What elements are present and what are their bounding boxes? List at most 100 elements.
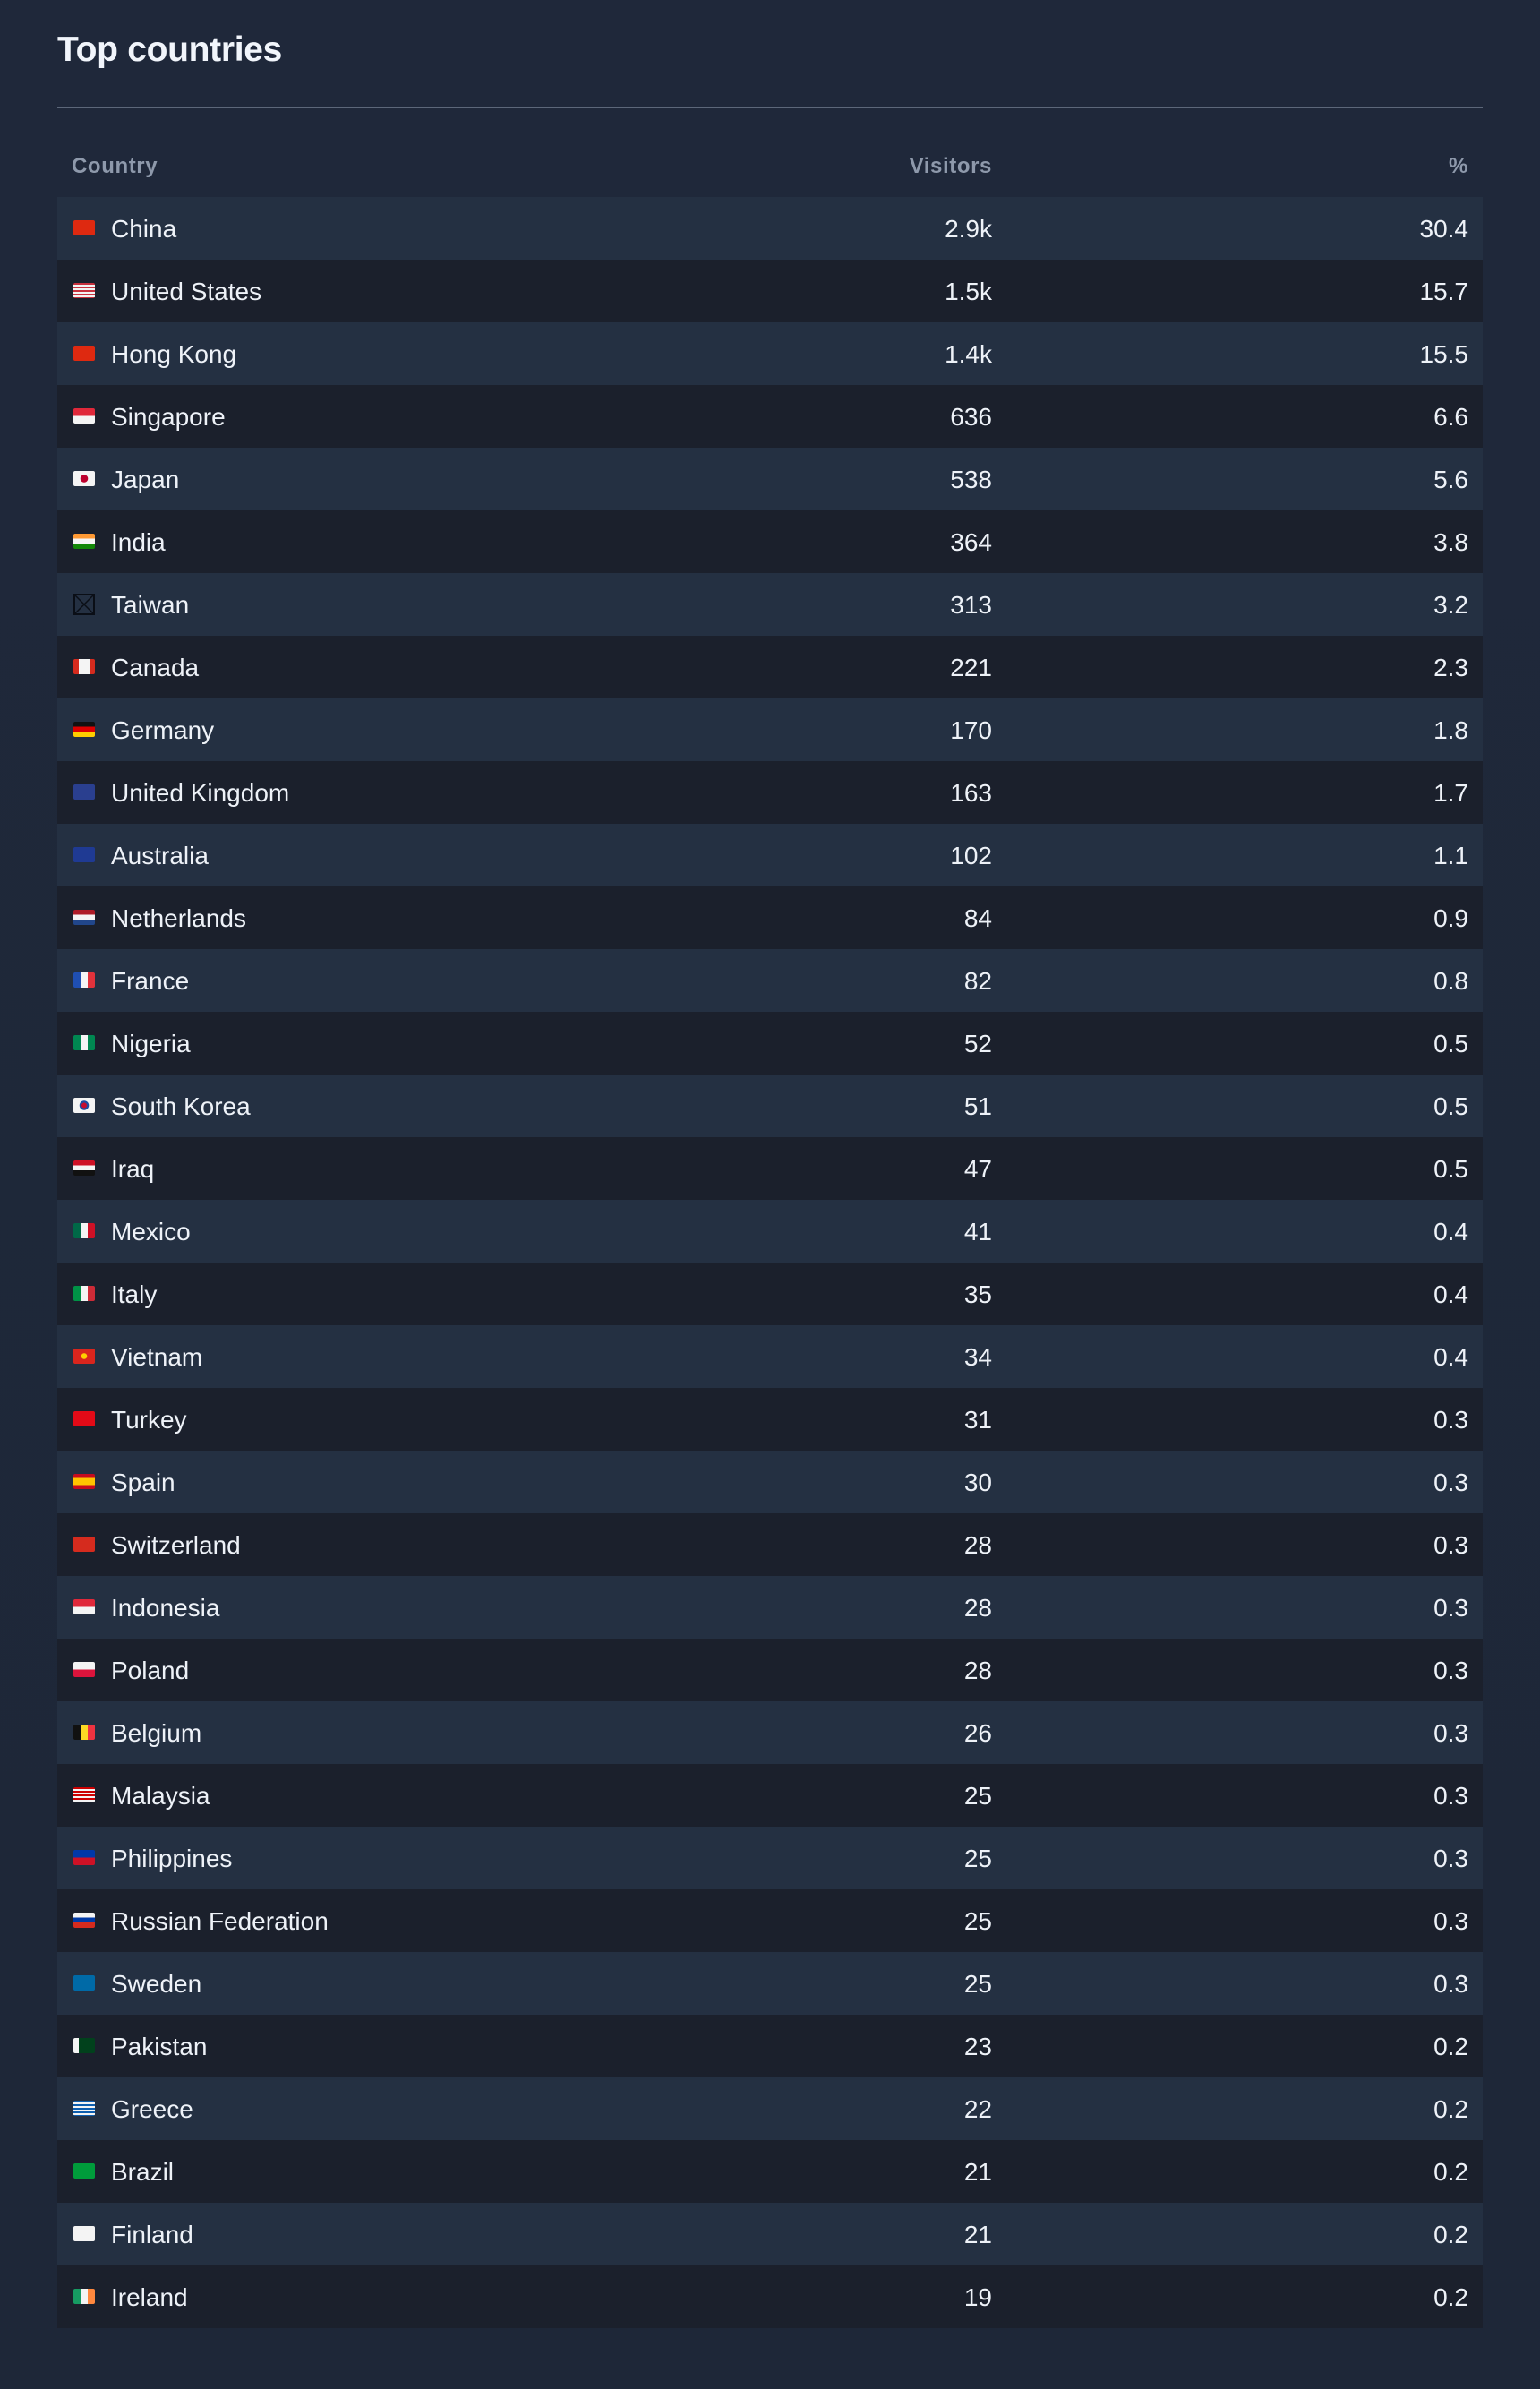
- percent-value: 0.3: [1433, 1531, 1468, 1559]
- table-row[interactable]: Malaysia 25 0.3: [57, 1764, 1483, 1827]
- id-flag-icon: [73, 1599, 95, 1614]
- percent-value: 0.8: [1433, 967, 1468, 995]
- table-row[interactable]: Russian Federation 25 0.3: [57, 1889, 1483, 1952]
- pk-flag-icon: [73, 2038, 95, 2053]
- column-header-percent[interactable]: %: [1449, 154, 1468, 179]
- visitors-value: 364: [950, 528, 992, 556]
- it-flag-icon: [73, 1286, 95, 1301]
- visitors-value: 31: [963, 1406, 992, 1434]
- visitors-value: 35: [963, 1280, 992, 1308]
- countries-table: Country Visitors % China 2.9k 30.4 United S…: [57, 134, 1483, 2328]
- visitors-value: 51: [963, 1092, 992, 1120]
- table-row[interactable]: Greece 22 0.2: [57, 2077, 1483, 2140]
- table-row[interactable]: Japan 538 5.6: [57, 448, 1483, 510]
- fr-flag-icon: [73, 972, 95, 988]
- table-row[interactable]: Belgium 26 0.3: [57, 1701, 1483, 1764]
- table-row[interactable]: France 82 0.8: [57, 949, 1483, 1012]
- visitors-value: 538: [950, 466, 992, 493]
- percent-value: 2.3: [1433, 654, 1468, 681]
- table-row[interactable]: India 364 3.8: [57, 510, 1483, 573]
- visitors-value: 25: [963, 1845, 992, 1872]
- country-name: Switzerland: [111, 1531, 241, 1559]
- table-row[interactable]: China 2.9k 30.4: [57, 197, 1483, 260]
- visitors-value: 221: [950, 654, 992, 681]
- cn-flag-icon: [73, 220, 95, 235]
- hk-flag-icon: [73, 346, 95, 361]
- ca-flag-icon: [73, 659, 95, 674]
- country-name: Hong Kong: [111, 340, 237, 368]
- table-row[interactable]: Singapore 636 6.6: [57, 385, 1483, 448]
- table-row[interactable]: United States 1.5k 15.7: [57, 260, 1483, 322]
- country-name: Malaysia: [111, 1782, 210, 1810]
- visitors-value: 22: [963, 2095, 992, 2123]
- jp-flag-icon: [73, 471, 95, 486]
- us-flag-icon: [73, 283, 95, 298]
- visitors-value: 28: [963, 1594, 992, 1622]
- country-name: Ireland: [111, 2283, 188, 2311]
- vn-flag-icon: [73, 1349, 95, 1364]
- percent-value: 0.4: [1433, 1280, 1468, 1308]
- percent-value: 1.1: [1433, 842, 1468, 869]
- visitors-value: 636: [950, 403, 992, 431]
- percent-value: 0.2: [1433, 2283, 1468, 2311]
- percent-value: 0.3: [1433, 1907, 1468, 1935]
- column-header-country[interactable]: Country: [72, 154, 158, 179]
- table-row[interactable]: Nigeria 52 0.5: [57, 1012, 1483, 1075]
- table-row[interactable]: Taiwan 313 3.2: [57, 573, 1483, 636]
- country-name: United States: [111, 278, 262, 305]
- country-name: Netherlands: [111, 904, 246, 932]
- table-row[interactable]: Mexico 41 0.4: [57, 1200, 1483, 1263]
- table-row[interactable]: Philippines 25 0.3: [57, 1827, 1483, 1889]
- percent-value: 0.3: [1433, 1970, 1468, 1998]
- percent-value: 0.2: [1433, 2095, 1468, 2123]
- table-row[interactable]: United Kingdom 163 1.7: [57, 761, 1483, 824]
- table-row[interactable]: Turkey 31 0.3: [57, 1388, 1483, 1451]
- table-row[interactable]: Sweden 25 0.3: [57, 1952, 1483, 2015]
- table-header: Country Visitors %: [57, 134, 1483, 197]
- table-row[interactable]: Indonesia 28 0.3: [57, 1576, 1483, 1639]
- table-row[interactable]: Hong Kong 1.4k 15.5: [57, 322, 1483, 385]
- country-name: Singapore: [111, 403, 226, 431]
- table-row[interactable]: Vietnam 34 0.4: [57, 1325, 1483, 1388]
- table-row[interactable]: Pakistan 23 0.2: [57, 2015, 1483, 2077]
- country-name: India: [111, 528, 166, 556]
- country-name: Pakistan: [111, 2033, 208, 2060]
- table-row[interactable]: Italy 35 0.4: [57, 1263, 1483, 1325]
- table-row[interactable]: Netherlands 84 0.9: [57, 886, 1483, 949]
- visitors-value: 41: [963, 1218, 992, 1246]
- sg-flag-icon: [73, 408, 95, 424]
- table-row[interactable]: Brazil 21 0.2: [57, 2140, 1483, 2203]
- country-name: Greece: [111, 2095, 193, 2123]
- country-name: China: [111, 215, 177, 243]
- country-name: Germany: [111, 716, 215, 744]
- visitors-value: 1.4k: [945, 340, 992, 368]
- column-header-visitors[interactable]: Visitors: [910, 154, 992, 179]
- mx-flag-icon: [73, 1223, 95, 1238]
- table-row[interactable]: Ireland 19 0.2: [57, 2265, 1483, 2328]
- country-name: Mexico: [111, 1218, 191, 1246]
- country-name: Brazil: [111, 2158, 175, 2186]
- visitors-value: 34: [963, 1343, 992, 1371]
- title-divider: [57, 107, 1483, 108]
- table-row[interactable]: Finland 21 0.2: [57, 2203, 1483, 2265]
- country-name: Nigeria: [111, 1030, 191, 1057]
- se-flag-icon: [73, 1975, 95, 1991]
- table-row[interactable]: South Korea 51 0.5: [57, 1075, 1483, 1137]
- br-flag-icon: [73, 2163, 95, 2179]
- table-row[interactable]: Australia 102 1.1: [57, 824, 1483, 886]
- country-name: Philippines: [111, 1845, 233, 1872]
- my-flag-icon: [73, 1787, 95, 1802]
- percent-value: 0.3: [1433, 1469, 1468, 1496]
- percent-value: 0.3: [1433, 1657, 1468, 1684]
- table-row[interactable]: Poland 28 0.3: [57, 1639, 1483, 1701]
- ru-flag-icon: [73, 1913, 95, 1928]
- percent-value: 0.2: [1433, 2221, 1468, 2248]
- visitors-value: 26: [963, 1719, 992, 1747]
- tr-flag-icon: [73, 1411, 95, 1426]
- table-row[interactable]: Spain 30 0.3: [57, 1451, 1483, 1513]
- percent-value: 15.5: [1419, 340, 1469, 368]
- table-row[interactable]: Canada 221 2.3: [57, 636, 1483, 698]
- table-row[interactable]: Iraq 47 0.5: [57, 1137, 1483, 1200]
- table-row[interactable]: Germany 170 1.8: [57, 698, 1483, 761]
- table-row[interactable]: Switzerland 28 0.3: [57, 1513, 1483, 1576]
